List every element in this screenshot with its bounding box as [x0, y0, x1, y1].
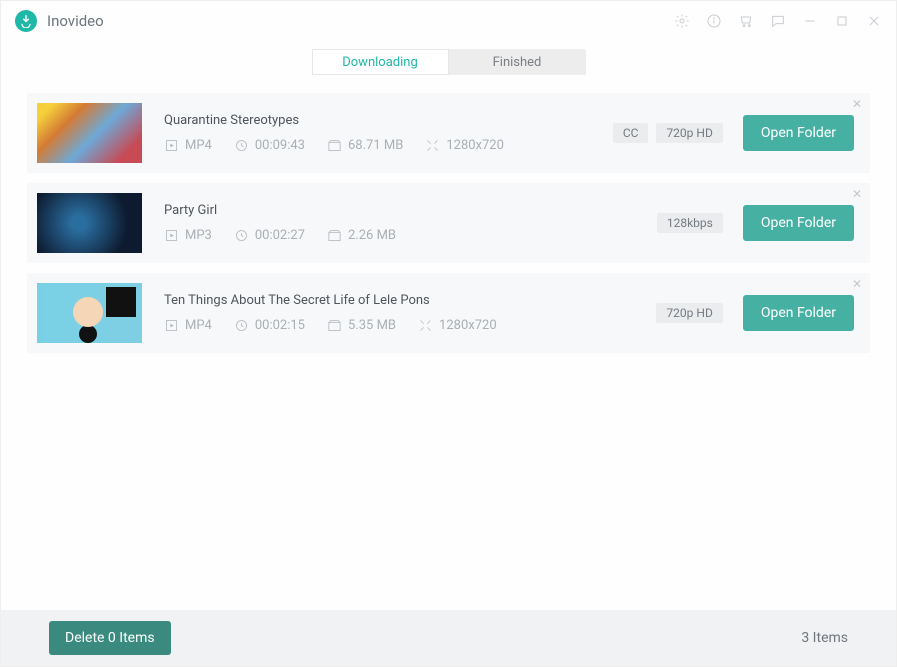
close-icon[interactable]: [866, 13, 882, 29]
item-duration: 00:09:43: [255, 138, 305, 153]
minimize-icon[interactable]: [802, 13, 818, 29]
item-resolution: 1280x720: [446, 138, 504, 153]
item-format: MP3: [185, 228, 212, 243]
list-item: ✕ Quarantine Stereotypes MP4 00:09:43 68…: [27, 93, 870, 173]
list-item: ✕ Ten Things About The Secret Life of Le…: [27, 273, 870, 353]
remove-item-icon[interactable]: ✕: [852, 187, 862, 201]
remove-item-icon[interactable]: ✕: [852, 277, 862, 291]
download-list: ✕ Quarantine Stereotypes MP4 00:09:43 68…: [1, 93, 896, 353]
tabs: Downloading Finished: [1, 41, 896, 93]
chat-icon[interactable]: [770, 13, 786, 29]
titlebar: Inovideo: [1, 1, 896, 41]
item-meta: MP4 00:02:15 5.35 MB 1280x720: [164, 318, 656, 333]
item-meta: MP4 00:09:43 68.71 MB 1280x720: [164, 138, 613, 153]
window-controls: [674, 13, 882, 29]
tab-finished[interactable]: Finished: [449, 49, 586, 75]
item-duration: 00:02:15: [255, 318, 305, 333]
open-folder-button[interactable]: Open Folder: [743, 205, 854, 241]
badge-bitrate: 128kbps: [657, 213, 723, 233]
item-title: Party Girl: [164, 203, 657, 218]
badge-quality: 720p HD: [656, 303, 722, 323]
app-logo: [15, 10, 37, 32]
thumbnail: [37, 103, 142, 163]
badge-quality: 720p HD: [656, 123, 722, 143]
item-count: 3 Items: [801, 630, 848, 646]
item-size: 68.71 MB: [348, 138, 403, 153]
item-meta: MP3 00:02:27 2.26 MB: [164, 228, 657, 243]
badge-cc: CC: [613, 123, 649, 143]
tab-downloading[interactable]: Downloading: [312, 49, 449, 75]
info-icon[interactable]: [706, 13, 722, 29]
thumbnail: [37, 283, 142, 343]
cart-icon[interactable]: [738, 13, 754, 29]
item-title: Ten Things About The Secret Life of Lele…: [164, 293, 656, 308]
open-folder-button[interactable]: Open Folder: [743, 295, 854, 331]
item-size: 2.26 MB: [348, 228, 396, 243]
open-folder-button[interactable]: Open Folder: [743, 115, 854, 151]
settings-icon[interactable]: [674, 13, 690, 29]
item-format: MP4: [185, 138, 212, 153]
list-item: ✕ Party Girl MP3 00:02:27 2.26 MB 128kbp…: [27, 183, 870, 263]
footer: Delete 0 Items 3 Items: [1, 610, 896, 666]
app-title: Inovideo: [47, 12, 104, 30]
maximize-icon[interactable]: [834, 13, 850, 29]
item-size: 5.35 MB: [348, 318, 396, 333]
item-duration: 00:02:27: [255, 228, 305, 243]
remove-item-icon[interactable]: ✕: [852, 97, 862, 111]
item-title: Quarantine Stereotypes: [164, 113, 613, 128]
item-resolution: 1280x720: [439, 318, 497, 333]
item-format: MP4: [185, 318, 212, 333]
delete-button[interactable]: Delete 0 Items: [49, 621, 171, 655]
thumbnail: [37, 193, 142, 253]
